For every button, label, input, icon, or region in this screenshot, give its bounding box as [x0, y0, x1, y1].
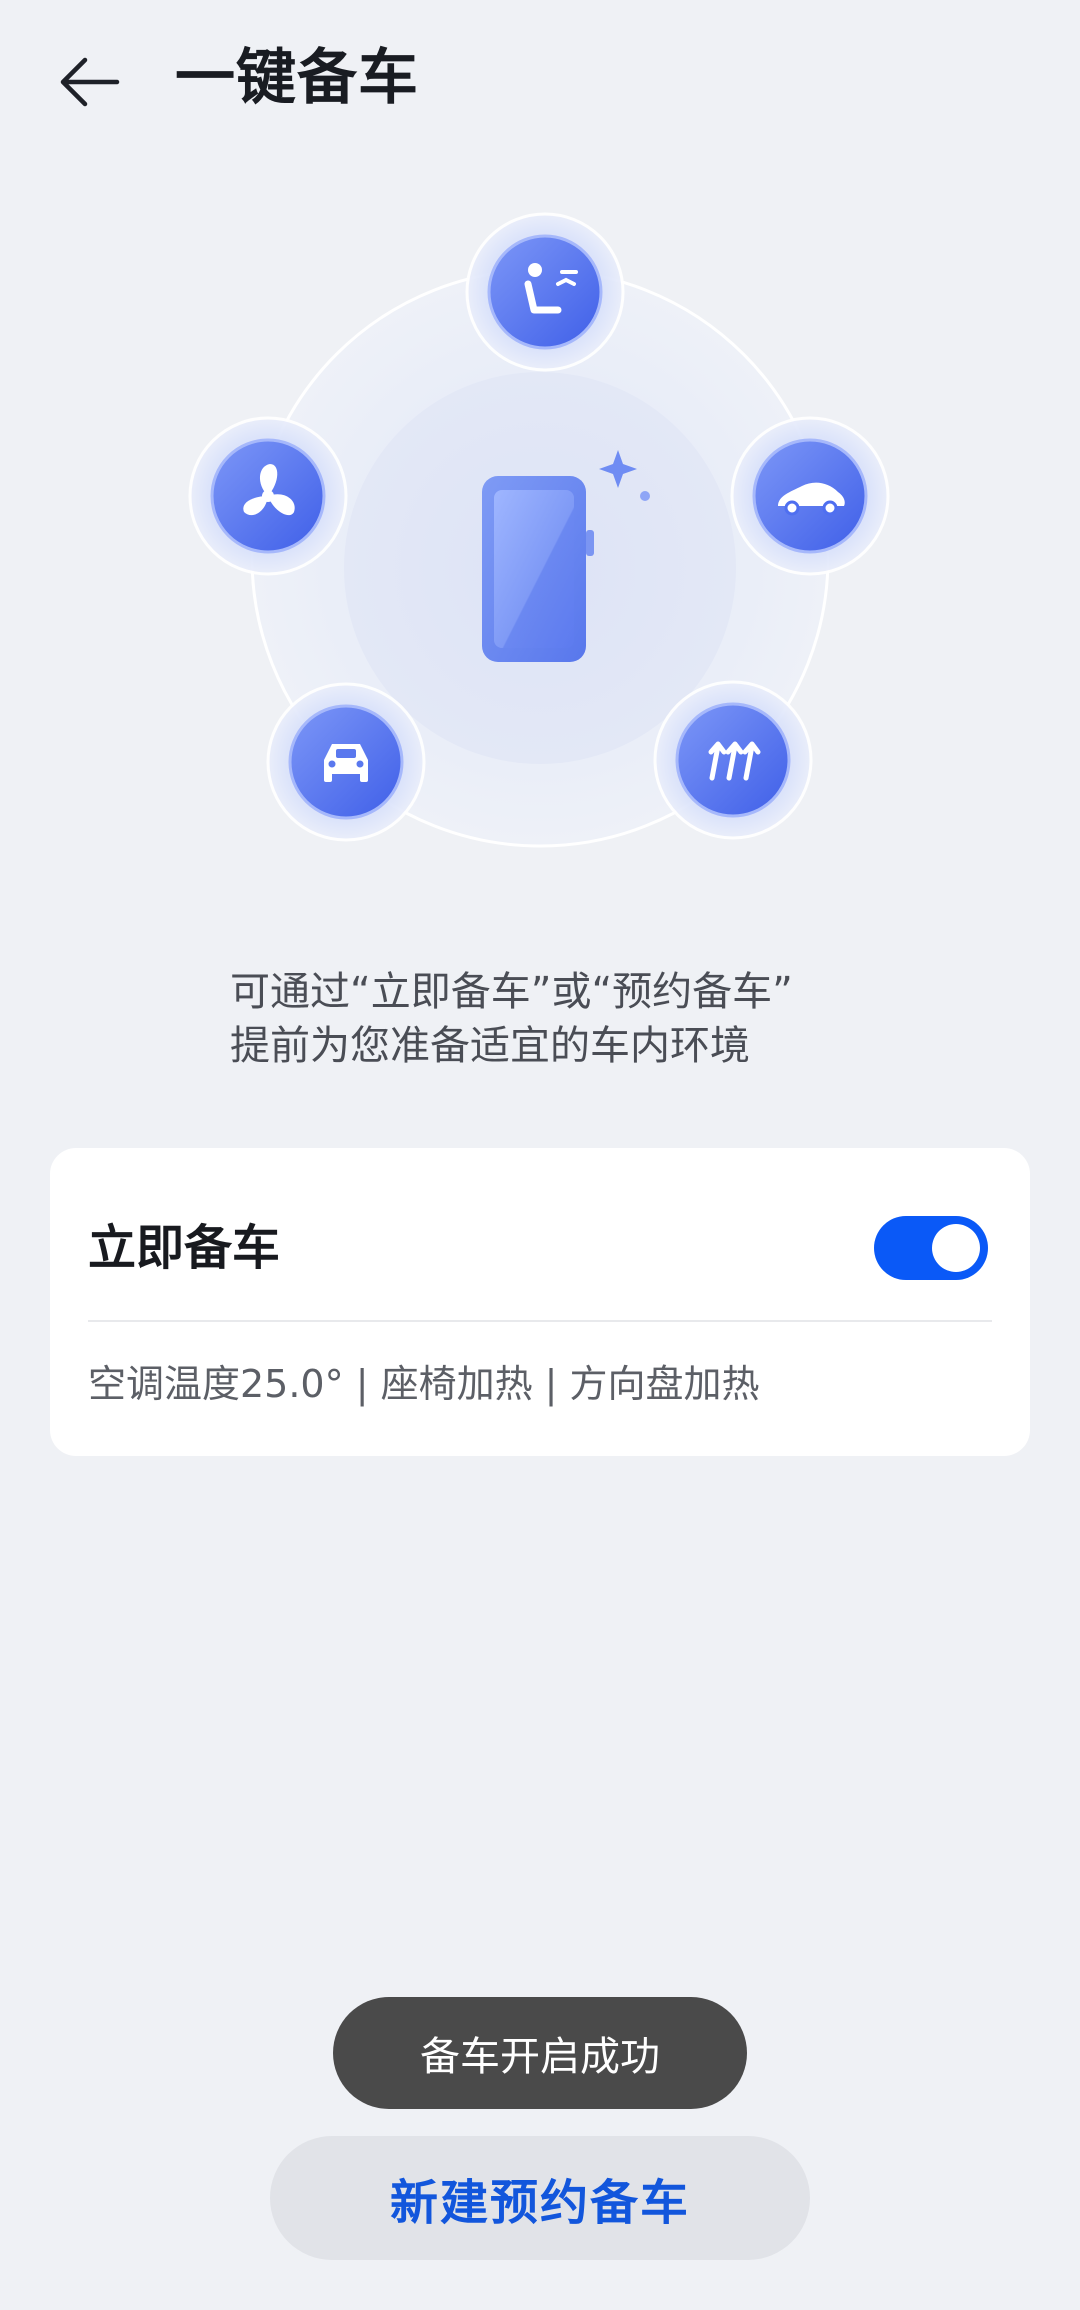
success-toast: 备车开启成功 — [333, 1997, 747, 2109]
seat-heat-icon — [465, 212, 625, 372]
car-side-icon — [730, 416, 890, 576]
page-title: 一键备车 — [175, 43, 419, 113]
instant-prep-card: 立即备车 空调温度25.0° | 座椅加热 | 方向盘加热 — [50, 1148, 1030, 1456]
intro-line-2: 提前为您准备适宜的车内环境 — [230, 1023, 750, 1069]
back-button[interactable] — [44, 36, 136, 128]
toggle-knob — [932, 1224, 980, 1272]
instant-prep-toggle[interactable] — [874, 1216, 988, 1280]
instant-prep-title: 立即备车 — [88, 1220, 281, 1276]
defrost-icon — [653, 680, 813, 840]
hero-illustration — [160, 200, 920, 890]
intro-text: 可通过“立即备车”或“预约备车” 提前为您准备适宜的车内环境 — [0, 965, 1080, 1073]
intro-line-1: 可通过“立即备车”或“预约备车” — [230, 969, 793, 1015]
new-scheduled-prep-button[interactable]: 新建预约备车 — [270, 2136, 810, 2260]
fan-icon — [188, 416, 348, 576]
header: 一键备车 — [0, 0, 1080, 160]
car-front-icon — [266, 682, 426, 842]
instant-prep-settings[interactable]: 空调温度25.0° | 座椅加热 | 方向盘加热 — [88, 1356, 760, 1412]
divider — [88, 1320, 992, 1322]
back-arrow-icon — [60, 57, 120, 107]
